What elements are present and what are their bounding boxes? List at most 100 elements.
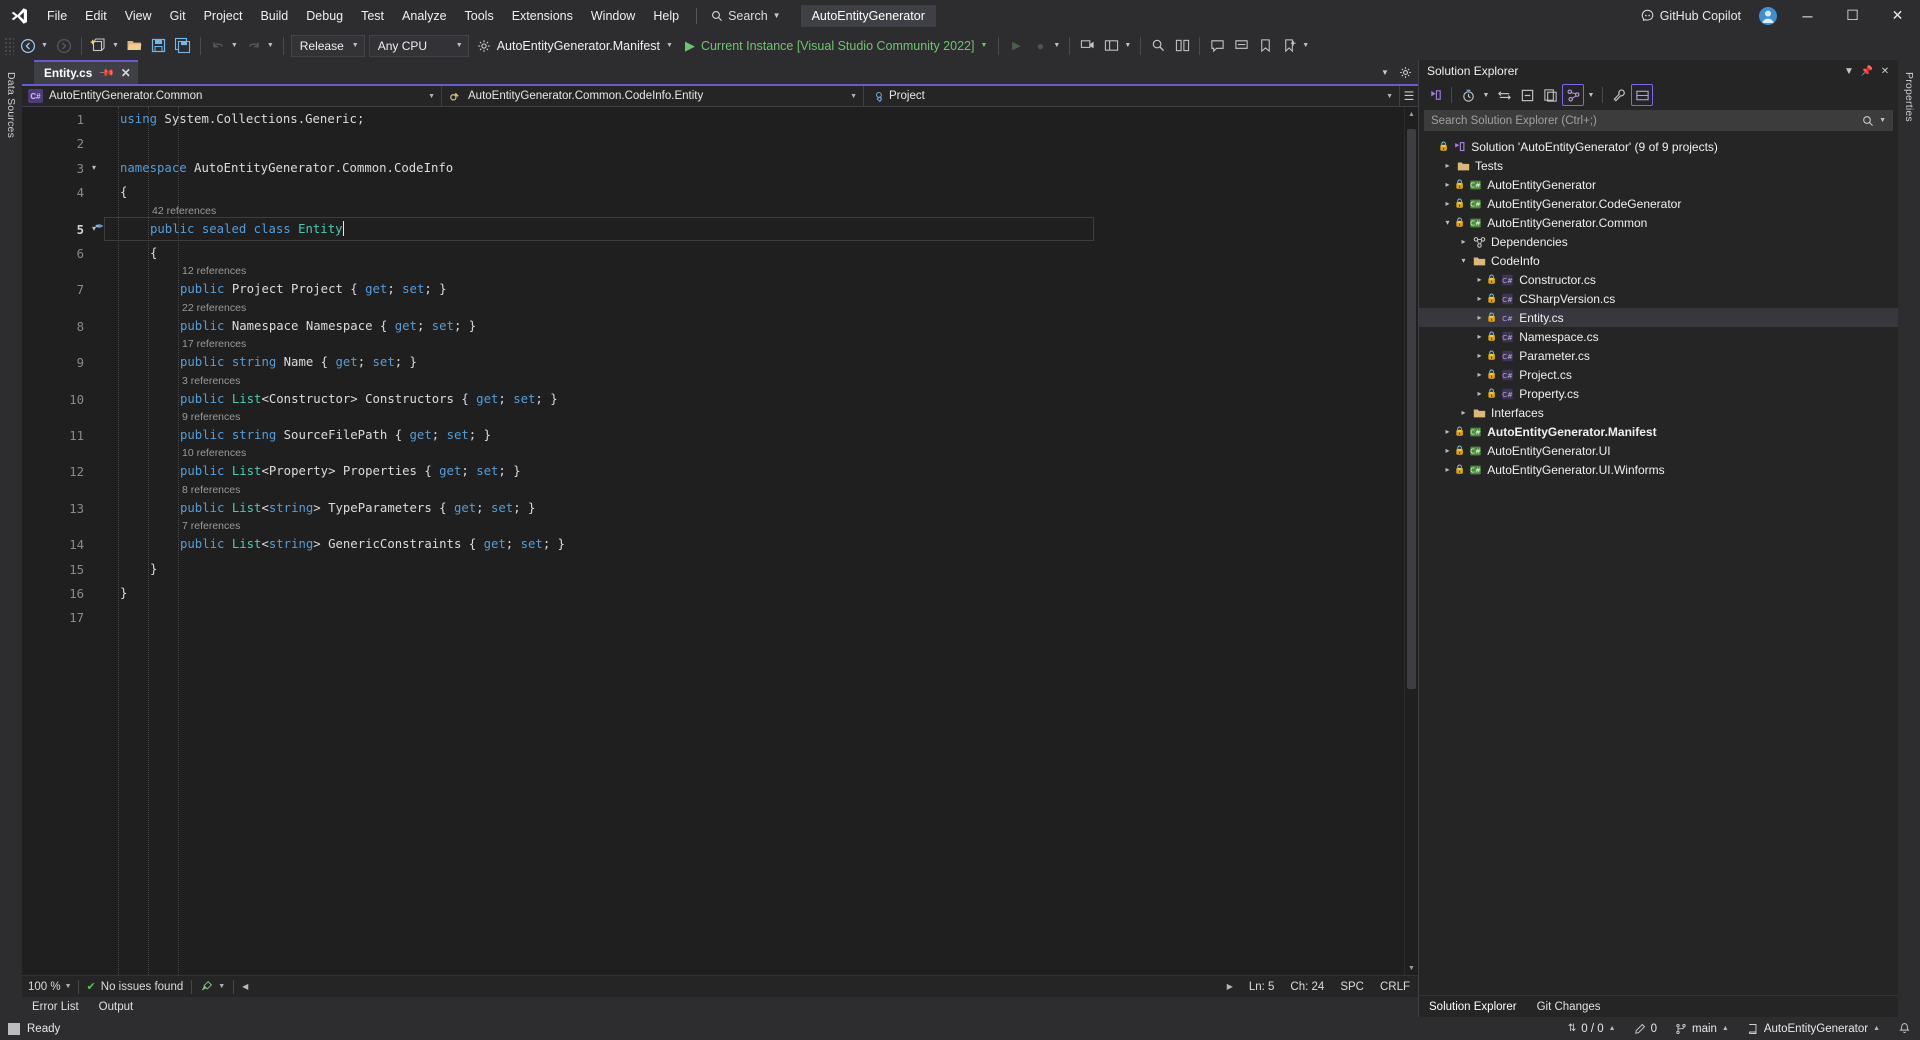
properties-button[interactable] <box>1608 84 1630 106</box>
toggle-bookmark-button[interactable] <box>1277 34 1301 57</box>
chevron-right-icon[interactable]: ▸ <box>1441 465 1454 474</box>
menu-view[interactable]: View <box>116 0 161 31</box>
caret-line-indicator[interactable]: Ln: 5 <box>1241 981 1283 993</box>
redo-dropdown[interactable]: ▼ <box>266 34 278 57</box>
panel-close-icon[interactable]: ✕ <box>1878 66 1892 77</box>
menu-help[interactable]: Help <box>644 0 688 31</box>
codelens-reference-count[interactable]: 10 references <box>182 447 246 459</box>
navbar-type-combo[interactable]: AutoEntityGenerator.Common.CodeInfo.Enti… <box>442 85 864 107</box>
redo-button[interactable] <box>242 34 266 57</box>
editor-settings-gear-button[interactable] <box>1396 66 1414 79</box>
tab-error-list[interactable]: Error List <box>22 997 89 1017</box>
code-line[interactable]: using System. Collections. Generic; <box>120 107 364 131</box>
chevron-right-icon[interactable]: ▸ <box>1441 427 1454 436</box>
save-all-button[interactable] <box>171 34 195 57</box>
code-text-body[interactable]: using System. Collections. Generic; namespa… <box>104 107 1404 975</box>
chevron-right-icon[interactable]: ▸ <box>1473 275 1486 284</box>
solution-tree-item[interactable]: ▸ 🔒 C# AutoEntityGenerator.Manifest <box>1419 422 1898 441</box>
notifications-button[interactable] <box>1889 1017 1920 1040</box>
tab-solution-explorer[interactable]: Solution Explorer <box>1419 996 1527 1017</box>
view-code-map-button[interactable] <box>1562 84 1584 106</box>
line-ending-indicator[interactable]: CRLF <box>1372 981 1418 993</box>
window-close-button[interactable]: ✕ <box>1875 0 1920 31</box>
pending-changes-filter-button[interactable] <box>1457 84 1479 106</box>
codelens-reference-count[interactable]: 8 references <box>182 484 240 496</box>
code-line[interactable]: public List < string > TypeParameters { get… <box>180 496 535 520</box>
chevron-right-icon[interactable]: ▸ <box>1457 237 1470 246</box>
solution-tree-item[interactable]: ▸ 🔒 C# AutoEntityGenerator <box>1419 175 1898 194</box>
filter-dropdown-button[interactable]: ▼ <box>1480 84 1492 106</box>
chevron-right-icon[interactable]: ▸ <box>1441 199 1454 208</box>
navigate-forward-button[interactable] <box>52 34 76 57</box>
solution-tree-item[interactable]: 🔒 Solution 'AutoEntityGenerator' (9 of 9 … <box>1419 137 1898 156</box>
scroll-down-arrow-icon[interactable]: ▼ <box>1405 961 1418 975</box>
solution-explorer-search-input[interactable] <box>1431 114 1863 127</box>
scroll-right-button[interactable]: ▶ <box>1219 982 1241 991</box>
window-layout-button[interactable] <box>1099 34 1123 57</box>
pin-icon[interactable]: 📌 <box>98 65 115 82</box>
chevron-down-icon[interactable]: ▾ <box>1441 218 1454 227</box>
new-project-button[interactable] <box>87 34 111 57</box>
chevron-right-icon[interactable]: ▸ <box>1441 180 1454 189</box>
caret-column-indicator[interactable]: Ch: 24 <box>1282 981 1332 993</box>
chevron-down-icon[interactable]: ▾ <box>1457 256 1470 265</box>
solution-tree-item[interactable]: ▾ 🔒 C# AutoEntityGenerator.Common <box>1419 213 1898 232</box>
new-project-dropdown[interactable]: ▼ <box>111 34 123 57</box>
scrollbar-thumb[interactable] <box>1407 129 1416 689</box>
solution-tree-item[interactable]: ▾ CodeInfo <box>1419 251 1898 270</box>
attach-dropdown[interactable]: ▼ <box>1052 34 1064 57</box>
fold-toggle[interactable]: ▾ <box>92 156 96 180</box>
document-tab-overflow-button[interactable]: ▼ <box>1376 68 1394 77</box>
chevron-right-icon[interactable]: ▸ <box>1473 351 1486 360</box>
code-map-dropdown-button[interactable]: ▼ <box>1585 84 1597 106</box>
solution-tree-item[interactable]: ▸ 🔒 C# CSharpVersion.cs <box>1419 289 1898 308</box>
solution-tree-item[interactable]: ▸ Interfaces <box>1419 403 1898 422</box>
solution-configuration-combo[interactable]: Release ▼ <box>290 34 365 57</box>
tab-output[interactable]: Output <box>89 997 144 1017</box>
solution-explorer-tree[interactable]: 🔒 Solution 'AutoEntityGenerator' (9 of 9 … <box>1419 135 1898 995</box>
codelens-reference-count[interactable]: 7 references <box>182 520 240 532</box>
user-account-avatar[interactable] <box>1751 6 1785 26</box>
dock-tab-properties[interactable]: Properties <box>1901 66 1917 128</box>
toolbar-overflow-button[interactable]: ▼ <box>1301 34 1313 57</box>
toolbar-grip-handle[interactable] <box>4 36 14 55</box>
open-file-button[interactable] <box>123 34 147 57</box>
codelens-reference-count[interactable]: 22 references <box>182 302 246 314</box>
navigate-backward-button[interactable] <box>16 34 40 57</box>
code-cleanup-button[interactable]: ▼ <box>192 976 233 997</box>
indentation-indicator[interactable]: SPC <box>1332 981 1372 993</box>
show-all-files-button[interactable] <box>1539 84 1561 106</box>
editor-zoom-combo[interactable]: 100 % ▼ <box>22 981 78 993</box>
code-line[interactable]: public List < string > GenericConstraints {… <box>180 532 565 556</box>
editor-vertical-scrollbar[interactable]: ▲ ▼ <box>1404 107 1418 975</box>
code-line[interactable]: public Project Project { get; set; } <box>180 277 447 301</box>
solution-platform-combo[interactable]: Any CPU ▼ <box>368 34 469 57</box>
solution-tree-item[interactable]: ▸ 🔒 C# AutoEntityGenerator.CodeGenerator <box>1419 194 1898 213</box>
chevron-right-icon[interactable]: ▸ <box>1441 446 1454 455</box>
find-references-button[interactable] <box>1146 34 1170 57</box>
panel-menu-chevron-icon[interactable]: ▼ <box>1842 66 1856 77</box>
menu-tools[interactable]: Tools <box>456 0 503 31</box>
live-share-button[interactable] <box>1075 34 1099 57</box>
layout-dropdown[interactable]: ▼ <box>1123 34 1135 57</box>
menu-extensions[interactable]: Extensions <box>503 0 582 31</box>
code-line[interactable]: } <box>120 581 127 605</box>
pending-changes-indicator[interactable]: 0 <box>1625 1017 1666 1040</box>
solution-tree-item[interactable]: ▸ 🔒 C# AutoEntityGenerator.UI.Winforms <box>1419 460 1898 479</box>
preview-selected-items-button[interactable] <box>1631 84 1653 106</box>
tab-git-changes[interactable]: Git Changes <box>1527 996 1611 1017</box>
document-tab-entity-cs[interactable]: Entity.cs 📌 ✕ <box>34 60 138 84</box>
solution-tree-item[interactable]: ▸ 🔒 C# Constructor.cs <box>1419 270 1898 289</box>
navigate-backward-dropdown[interactable]: ▼ <box>40 34 52 57</box>
window-maximize-button[interactable]: ☐ <box>1830 0 1875 31</box>
close-icon[interactable]: ✕ <box>121 66 131 80</box>
codelens-reference-count[interactable]: 42 references <box>152 205 216 217</box>
navbar-member-combo[interactable]: Project ▼ <box>864 85 1400 107</box>
menu-edit[interactable]: Edit <box>76 0 116 31</box>
code-folding-gutter[interactable]: ▾ ▾ <box>90 107 104 975</box>
panel-pin-icon[interactable]: 📌 <box>1860 66 1874 77</box>
code-line[interactable]: public string Name { get; set; } <box>180 350 417 374</box>
split-editor-button[interactable]: ☰ <box>1400 89 1418 103</box>
github-copilot-button[interactable]: GitHub Copilot <box>1631 0 1751 31</box>
undo-button[interactable] <box>206 34 230 57</box>
